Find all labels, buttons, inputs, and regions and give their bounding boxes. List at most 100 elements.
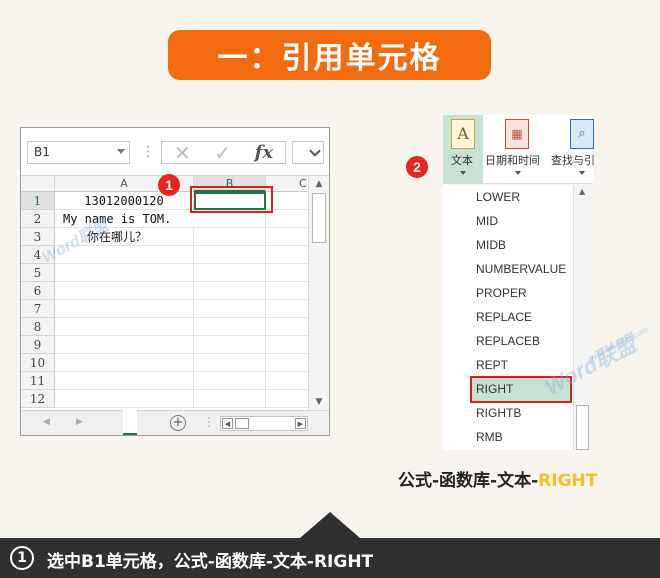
function-library-ribbon: A 文本 ▦ 日期和时间 ⌕ 查找与引: [443, 115, 595, 184]
row-header[interactable]: 12: [21, 390, 55, 408]
function-item-mid[interactable]: MID: [470, 209, 570, 233]
grid-cell[interactable]: [266, 354, 307, 372]
sheet-tab-bar: ◀ ▶ + ⋮ ◀ ▶: [21, 410, 329, 435]
row-header[interactable]: 11: [21, 372, 55, 390]
horizontal-scrollbar[interactable]: ◀ ▶: [220, 416, 308, 431]
step-badge-1: 1: [158, 174, 180, 196]
scroll-right-icon[interactable]: ▶: [295, 418, 306, 429]
grid-cell[interactable]: [266, 318, 307, 336]
grid-cell[interactable]: [266, 336, 307, 354]
caption-highlight: RIGHT: [538, 471, 598, 491]
grid-cell[interactable]: [194, 300, 266, 318]
footer-bar: 1 选中B1单元格，公式-函数库-文本-RIGHT: [0, 538, 660, 578]
cell-c3[interactable]: [266, 228, 307, 246]
excel-window: B1 ⋮ ✕ ✓ fx A B C 1 2 3 4 5 6 7 8 9 10 1…: [20, 127, 330, 436]
title-banner: 一：引用单元格: [168, 30, 491, 80]
function-list-scrollbar[interactable]: ▲: [573, 185, 591, 450]
grid-cell[interactable]: [266, 246, 307, 264]
grid-cell[interactable]: [55, 372, 194, 390]
name-box-value: B1: [34, 145, 50, 159]
more-vertical-icon: ⋮: [203, 415, 215, 429]
check-icon[interactable]: ✓: [214, 141, 231, 165]
formula-buttons: ✕ ✓ fx: [161, 141, 286, 165]
text-functions-label: 文本: [451, 154, 473, 167]
dropdown-gutter: [443, 185, 470, 450]
scroll-down-icon[interactable]: ▼: [313, 396, 325, 408]
caption: 公式-函数库-文本-RIGHT: [398, 466, 597, 491]
grid-cell[interactable]: [194, 282, 266, 300]
next-sheet-icon[interactable]: ▶: [76, 417, 83, 427]
function-item-lower[interactable]: LOWER: [470, 185, 570, 209]
grid-cell[interactable]: [194, 390, 266, 408]
grid-cell[interactable]: [266, 372, 307, 390]
highlight-box-b1: [190, 186, 273, 213]
lookup-label: 查找与引: [551, 154, 595, 167]
grid-cell[interactable]: [266, 264, 307, 282]
scroll-thumb[interactable]: [576, 405, 589, 450]
cancel-icon[interactable]: ✕: [174, 141, 191, 165]
magnifier-icon: ⌕: [570, 119, 594, 149]
scroll-up-icon[interactable]: ▲: [313, 178, 325, 190]
function-item-replace[interactable]: REPLACE: [470, 305, 570, 329]
grid-cell[interactable]: [194, 336, 266, 354]
vertical-scrollbar[interactable]: ▲ ▼: [308, 176, 329, 410]
grid-cell[interactable]: [266, 300, 307, 318]
add-sheet-icon[interactable]: +: [170, 415, 186, 431]
footer-step-number: 1: [10, 546, 34, 570]
select-all-corner[interactable]: [21, 176, 55, 192]
row-header[interactable]: 8: [21, 318, 55, 336]
more-vertical-icon: ⋮: [141, 144, 155, 160]
sheet-tab[interactable]: [123, 410, 137, 435]
grid-cell[interactable]: [266, 390, 307, 408]
chevron-down-icon[interactable]: [309, 145, 321, 157]
formula-input[interactable]: [292, 141, 324, 164]
scroll-thumb[interactable]: [312, 193, 326, 243]
datetime-label: 日期和时间: [485, 154, 540, 167]
grid-cell[interactable]: [55, 390, 194, 408]
grid-cell[interactable]: [194, 354, 266, 372]
function-item-midb[interactable]: MIDB: [470, 233, 570, 257]
scroll-thumb[interactable]: [235, 418, 249, 429]
row-header[interactable]: 6: [21, 282, 55, 300]
column-header-c-label: C: [299, 177, 307, 190]
caption-prefix: 公式-函数库-文本-: [398, 471, 539, 491]
scroll-left-icon[interactable]: ◀: [222, 418, 233, 429]
grid-cell[interactable]: [55, 336, 194, 354]
grid-cell[interactable]: [55, 354, 194, 372]
chevron-down-icon: [460, 171, 466, 175]
grid-cell[interactable]: [55, 318, 194, 336]
calendar-icon: ▦: [505, 119, 529, 149]
grid-cell[interactable]: [194, 372, 266, 390]
row-header[interactable]: 5: [21, 264, 55, 282]
function-item-rmb[interactable]: RMB: [470, 425, 570, 449]
text-function-list: LOWER MID MIDB NUMBERVALUE PROPER REPLACE REPL…: [470, 185, 573, 450]
grid-cell[interactable]: [194, 318, 266, 336]
chevron-down-icon: [579, 171, 585, 175]
row-header[interactable]: 2: [21, 210, 55, 228]
row-header[interactable]: 7: [21, 300, 55, 318]
text-functions-button[interactable]: A 文本: [443, 115, 483, 184]
grid-cell[interactable]: [194, 246, 266, 264]
function-item-numbervalue[interactable]: NUMBERVALUE: [470, 257, 570, 281]
insert-function-icon[interactable]: fx: [255, 142, 273, 163]
row-header[interactable]: 1: [21, 192, 55, 210]
row-header[interactable]: 9: [21, 336, 55, 354]
grid-cell[interactable]: [194, 264, 266, 282]
footer-text: 选中B1单元格，公式-函数库-文本-RIGHT: [47, 552, 374, 572]
step-badge-2: 2: [406, 156, 428, 178]
chevron-down-icon: [515, 171, 521, 175]
function-item-proper[interactable]: PROPER: [470, 281, 570, 305]
row-header[interactable]: 10: [21, 354, 55, 372]
cell-b3[interactable]: [194, 228, 266, 246]
grid-cell[interactable]: [55, 282, 194, 300]
chevron-down-icon[interactable]: [117, 149, 125, 154]
name-box[interactable]: B1: [27, 141, 130, 164]
grid-cell[interactable]: [55, 264, 194, 282]
prev-sheet-icon[interactable]: ◀: [43, 417, 50, 427]
function-item-replaceb[interactable]: REPLACEB: [470, 329, 570, 353]
formula-bar: B1 ⋮ ✕ ✓ fx: [21, 128, 329, 176]
function-item-rightb[interactable]: RIGHTB: [470, 401, 570, 425]
scroll-up-icon[interactable]: ▲: [579, 187, 585, 196]
grid-cell[interactable]: [266, 282, 307, 300]
grid-cell[interactable]: [55, 300, 194, 318]
